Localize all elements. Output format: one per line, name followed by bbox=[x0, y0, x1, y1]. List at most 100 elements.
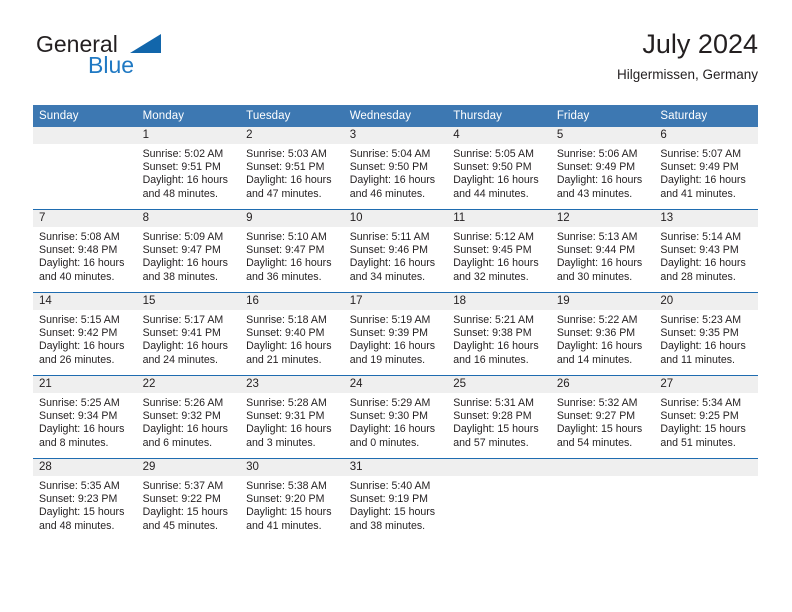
sunset-text: Sunset: 9:43 PM bbox=[660, 244, 739, 257]
day-cell-body: 11 Sunrise: 5:12 AM Sunset: 9:45 PM Dayligh… bbox=[447, 210, 551, 292]
calendar-day-cell[interactable]: 23 Sunrise: 5:28 AM Sunset: 9:31 PM Dayligh… bbox=[240, 375, 344, 459]
day-details: Sunrise: 5:05 AM Sunset: 9:50 PM Daylight:… bbox=[447, 144, 551, 201]
day-number: 17 bbox=[343, 293, 448, 310]
calendar-day-cell[interactable]: 2 Sunrise: 5:03 AM Sunset: 9:51 PM Daylight… bbox=[240, 127, 344, 210]
daylight-text-cont: and 28 minutes. bbox=[660, 270, 736, 283]
calendar-day-cell[interactable]: 8 Sunrise: 5:09 AM Sunset: 9:47 PM Daylight… bbox=[136, 209, 241, 293]
day-cell-body: 7 Sunrise: 5:08 AM Sunset: 9:48 PM Daylight… bbox=[33, 210, 137, 292]
daylight-text-cont: and 3 minutes. bbox=[246, 436, 316, 449]
day-cell-body: 9 Sunrise: 5:10 AM Sunset: 9:47 PM Daylight… bbox=[240, 210, 344, 292]
calendar-day-cell[interactable]: 4 Sunrise: 5:05 AM Sunset: 9:50 PM Daylight… bbox=[447, 127, 551, 210]
calendar-day-cell[interactable]: 16 Sunrise: 5:18 AM Sunset: 9:40 PM Dayligh… bbox=[240, 292, 344, 376]
calendar-day-cell[interactable]: 5 Sunrise: 5:06 AM Sunset: 9:49 PM Daylight… bbox=[550, 127, 655, 210]
sunrise-text: Sunrise: 5:22 AM bbox=[556, 314, 638, 326]
calendar-day-cell[interactable]: 30 Sunrise: 5:38 AM Sunset: 9:20 PM Dayligh… bbox=[240, 458, 344, 541]
day-details: Sunrise: 5:09 AM Sunset: 9:47 PM Daylight:… bbox=[137, 227, 241, 284]
day-details: Sunrise: 5:14 AM Sunset: 9:43 PM Daylight:… bbox=[654, 227, 758, 284]
sunrise-text: Sunrise: 5:15 AM bbox=[39, 314, 120, 326]
day-details: Sunrise: 5:37 AM Sunset: 9:22 PM Daylight:… bbox=[137, 476, 241, 533]
daylight-text-cont: and 11 minutes. bbox=[660, 353, 735, 366]
daylight-text-cont: and 48 minutes. bbox=[142, 187, 218, 200]
calendar-day-cell[interactable]: 10 Sunrise: 5:11 AM Sunset: 9:46 PM Dayligh… bbox=[343, 209, 448, 293]
daylight-text: Daylight: 16 hours bbox=[349, 257, 436, 270]
daylight-text: Daylight: 16 hours bbox=[142, 257, 228, 270]
sunset-text: Sunset: 9:40 PM bbox=[246, 327, 325, 340]
day-details: Sunrise: 5:28 AM Sunset: 9:31 PM Daylight:… bbox=[240, 393, 344, 450]
day-number: 4 bbox=[447, 127, 551, 144]
calendar-day-cell[interactable]: 19 Sunrise: 5:22 AM Sunset: 9:36 PM Dayligh… bbox=[550, 292, 655, 376]
day-number: 6 bbox=[654, 127, 758, 144]
daylight-text: Daylight: 16 hours bbox=[39, 423, 125, 436]
sunset-text: Sunset: 9:47 PM bbox=[142, 244, 221, 257]
sunrise-text: Sunrise: 5:31 AM bbox=[453, 397, 534, 409]
day-details: Sunrise: 5:17 AM Sunset: 9:41 PM Daylight:… bbox=[137, 310, 241, 367]
daylight-text-cont: and 32 minutes. bbox=[453, 270, 529, 283]
day-number: 13 bbox=[654, 210, 758, 227]
daylight-text: Daylight: 15 hours bbox=[660, 423, 746, 436]
day-details: Sunrise: 5:22 AM Sunset: 9:36 PM Daylight:… bbox=[551, 310, 655, 367]
calendar-day-cell[interactable]: 25 Sunrise: 5:31 AM Sunset: 9:28 PM Dayligh… bbox=[447, 375, 551, 459]
daylight-text: Daylight: 16 hours bbox=[246, 257, 332, 270]
sunrise-text: Sunrise: 5:11 AM bbox=[349, 231, 430, 243]
daylight-text: Daylight: 16 hours bbox=[349, 423, 436, 436]
daylight-text-cont: and 0 minutes. bbox=[349, 436, 420, 449]
daylight-text-cont: and 45 minutes. bbox=[142, 519, 218, 532]
day-number: 14 bbox=[33, 293, 137, 310]
day-cell-body bbox=[550, 459, 655, 541]
title-block: July 2024 Hilgermissen, Germany bbox=[617, 28, 758, 84]
day-details bbox=[654, 476, 758, 480]
day-number: 11 bbox=[447, 210, 551, 227]
brand-logo[interactable]: General Blue bbox=[33, 32, 263, 92]
calendar-day-cell[interactable]: 3 Sunrise: 5:04 AM Sunset: 9:50 PM Daylight… bbox=[343, 127, 448, 210]
calendar-day-cell[interactable]: 9 Sunrise: 5:10 AM Sunset: 9:47 PM Daylight… bbox=[240, 209, 344, 293]
daylight-text-cont: and 38 minutes. bbox=[142, 270, 218, 283]
sunrise-text: Sunrise: 5:19 AM bbox=[349, 314, 431, 326]
calendar-day-cell[interactable]: 12 Sunrise: 5:13 AM Sunset: 9:44 PM Dayligh… bbox=[550, 209, 655, 293]
day-cell-body: 16 Sunrise: 5:18 AM Sunset: 9:40 PM Dayligh… bbox=[240, 293, 344, 375]
day-cell-body: 27 Sunrise: 5:34 AM Sunset: 9:25 PM Dayligh… bbox=[654, 376, 758, 458]
day-number bbox=[33, 127, 137, 144]
day-details: Sunrise: 5:29 AM Sunset: 9:30 PM Daylight:… bbox=[344, 393, 448, 450]
daylight-text: Daylight: 15 hours bbox=[349, 506, 436, 519]
day-cell-body: 20 Sunrise: 5:23 AM Sunset: 9:35 PM Dayligh… bbox=[654, 293, 758, 375]
day-details: Sunrise: 5:04 AM Sunset: 9:50 PM Daylight:… bbox=[344, 144, 448, 201]
sunset-text: Sunset: 9:27 PM bbox=[556, 410, 636, 423]
calendar-day-cell[interactable]: 7 Sunrise: 5:08 AM Sunset: 9:48 PM Daylight… bbox=[33, 209, 137, 293]
calendar-day-cell[interactable]: 14 Sunrise: 5:15 AM Sunset: 9:42 PM Dayligh… bbox=[33, 292, 137, 376]
calendar-day-cell[interactable]: 13 Sunrise: 5:14 AM Sunset: 9:43 PM Dayligh… bbox=[654, 209, 758, 293]
sunrise-text: Sunrise: 5:04 AM bbox=[349, 148, 431, 160]
calendar-day-cell[interactable]: 28 Sunrise: 5:35 AM Sunset: 9:23 PM Dayligh… bbox=[33, 458, 137, 541]
calendar-day-cell[interactable]: 1 Sunrise: 5:02 AM Sunset: 9:51 PM Daylight… bbox=[136, 127, 241, 210]
calendar-day-cell[interactable]: 18 Sunrise: 5:21 AM Sunset: 9:38 PM Dayligh… bbox=[447, 292, 551, 376]
calendar-day-cell[interactable]: 17 Sunrise: 5:19 AM Sunset: 9:39 PM Dayligh… bbox=[343, 292, 448, 376]
calendar-page: General Blue July 2024 Hilgermissen, Ger… bbox=[0, 0, 792, 612]
sunrise-text: Sunrise: 5:17 AM bbox=[142, 314, 224, 326]
sunrise-text: Sunrise: 5:37 AM bbox=[142, 480, 224, 492]
daylight-text-cont: and 24 minutes. bbox=[142, 353, 218, 366]
calendar-day-cell[interactable]: 26 Sunrise: 5:32 AM Sunset: 9:27 PM Dayligh… bbox=[550, 375, 655, 459]
day-cell-body: 24 Sunrise: 5:29 AM Sunset: 9:30 PM Dayligh… bbox=[343, 376, 448, 458]
calendar-day-cell[interactable]: 11 Sunrise: 5:12 AM Sunset: 9:45 PM Dayligh… bbox=[447, 209, 551, 293]
calendar-day-cell[interactable]: 15 Sunrise: 5:17 AM Sunset: 9:41 PM Dayligh… bbox=[136, 292, 241, 376]
calendar-day-cell[interactable]: 27 Sunrise: 5:34 AM Sunset: 9:25 PM Dayligh… bbox=[654, 375, 758, 459]
calendar-day-cell[interactable]: 22 Sunrise: 5:26 AM Sunset: 9:32 PM Dayligh… bbox=[136, 375, 241, 459]
weekday-header-wednesday: Wednesday bbox=[343, 105, 448, 127]
calendar-day-cell[interactable]: 24 Sunrise: 5:29 AM Sunset: 9:30 PM Dayligh… bbox=[343, 375, 448, 459]
calendar-day-cell[interactable]: 31 Sunrise: 5:40 AM Sunset: 9:19 PM Dayligh… bbox=[343, 458, 448, 541]
daylight-text-cont: and 8 minutes. bbox=[39, 436, 109, 449]
calendar-day-cell[interactable]: 29 Sunrise: 5:37 AM Sunset: 9:22 PM Dayligh… bbox=[136, 458, 241, 541]
daylight-text: Daylight: 15 hours bbox=[246, 506, 332, 519]
day-number: 30 bbox=[240, 459, 344, 476]
calendar-week-row: 7 Sunrise: 5:08 AM Sunset: 9:48 PM Daylight… bbox=[33, 209, 758, 293]
daylight-text-cont: and 34 minutes. bbox=[349, 270, 426, 283]
calendar-day-cell[interactable]: 6 Sunrise: 5:07 AM Sunset: 9:49 PM Daylight… bbox=[654, 127, 758, 210]
calendar-header-row: Sunday Monday Tuesday Wednesday Thursday… bbox=[33, 105, 758, 127]
calendar-day-cell[interactable]: 20 Sunrise: 5:23 AM Sunset: 9:35 PM Dayligh… bbox=[654, 292, 758, 376]
day-details: Sunrise: 5:08 AM Sunset: 9:48 PM Daylight:… bbox=[33, 227, 137, 284]
day-number: 27 bbox=[654, 376, 758, 393]
daylight-text: Daylight: 16 hours bbox=[39, 257, 125, 270]
daylight-text-cont: and 30 minutes. bbox=[556, 270, 633, 283]
daylight-text-cont: and 57 minutes. bbox=[453, 436, 529, 449]
weekday-header-sunday: Sunday bbox=[33, 105, 137, 127]
calendar-day-cell[interactable]: 21 Sunrise: 5:25 AM Sunset: 9:34 PM Dayligh… bbox=[33, 375, 137, 459]
